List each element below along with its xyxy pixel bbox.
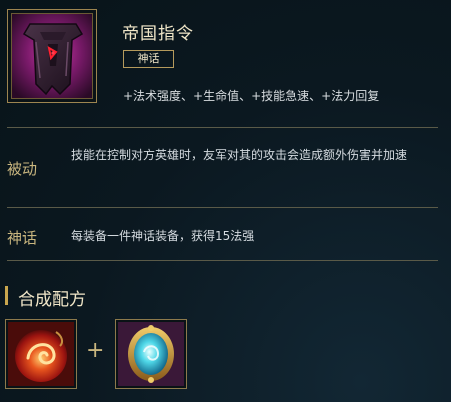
divider — [7, 207, 438, 208]
fiery-orb-icon — [8, 322, 74, 386]
recipe-title: 合成配方 — [18, 290, 86, 310]
imperial-mandate-icon — [11, 13, 93, 99]
passive-label: 被动 — [7, 160, 38, 178]
mythic-description: 每装备一件神话装备，获得15法强 — [71, 229, 255, 243]
item-icon-frame — [7, 9, 97, 103]
recipe-component-2[interactable] — [115, 319, 187, 389]
item-title: 帝国指令 — [122, 24, 194, 44]
divider — [7, 260, 438, 261]
item-tooltip: 帝国指令 神话 +法术强度、+生命值、+技能急速、+法力回复 被动 技能在控制对… — [0, 0, 451, 402]
item-stats: +法术强度、+生命值、+技能急速、+法力回复 — [123, 89, 380, 103]
recipe-component-1[interactable] — [5, 319, 77, 389]
recipe-accent-bar — [5, 286, 8, 305]
sapphire-crystal-icon — [118, 322, 184, 386]
divider — [7, 127, 438, 128]
passive-description: 技能在控制对方英雄时，友军对其的攻击会造成额外伤害并加速 — [71, 148, 408, 162]
mythic-label: 神话 — [7, 229, 38, 247]
plus-sign: + — [86, 338, 105, 363]
mythic-badge: 神话 — [123, 50, 174, 68]
